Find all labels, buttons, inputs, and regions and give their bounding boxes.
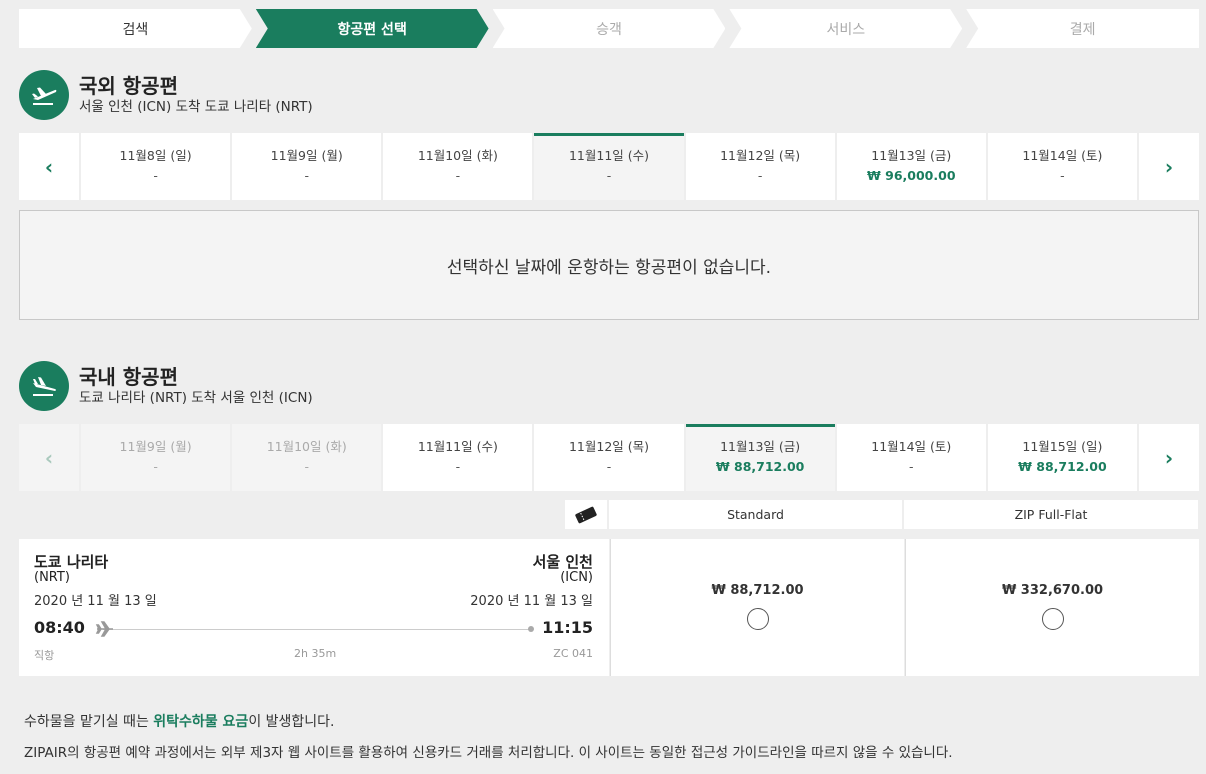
arrival-city: 서울 인천 <box>532 553 593 571</box>
fare-header-full-flat: ZIP Full-Flat <box>904 500 1198 529</box>
baggage-note: 수하물을 맡기실 때는 위탁수하물 요금이 발생합니다. <box>24 712 953 732</box>
date-label: 11월9일 (월) <box>119 439 192 454</box>
outbound-title: 국외 항공편 <box>79 74 178 98</box>
inbound-date-3[interactable]: 11월12일 (목) - <box>534 424 684 491</box>
chevron-right-icon: › <box>1164 445 1174 470</box>
flight-type: 직항 <box>34 649 55 662</box>
fare-class-header: Standard ZIP Full-Flat <box>565 500 1198 529</box>
chevron-left-icon: ‹ <box>44 154 54 179</box>
date-price: ₩ 88,712.00 <box>715 459 805 474</box>
inbound-date-strip: ‹ 11월9일 (월) - 11월10일 (화) - 11월11일 (수) - … <box>19 424 1199 491</box>
baggage-note-text: 수하물을 맡기실 때는 <box>24 714 154 730</box>
inbound-date-2[interactable]: 11월11일 (수) - <box>383 424 533 491</box>
date-price: - <box>1060 168 1065 183</box>
date-label: 11월14일 (토) <box>1022 148 1103 163</box>
flight-number: ZC 041 <box>553 647 593 660</box>
departure-code: (NRT) <box>34 570 70 585</box>
date-label: 11월15일 (일) <box>1022 439 1103 454</box>
date-label: 11월14일 (토) <box>871 439 952 454</box>
date-price: - <box>304 168 309 183</box>
ticket-icon <box>565 500 607 529</box>
date-price: - <box>606 459 612 474</box>
step-flight-select: 항공편 선택 <box>256 9 489 48</box>
date-price: - <box>757 168 763 183</box>
checked-baggage-fee-link[interactable]: 위탁수하물 요금 <box>153 714 248 730</box>
route-end-dot <box>528 626 534 632</box>
flight-info: 도쿄 나리타 (NRT) 2020 년 11 월 13 일 08:40 직항 서… <box>19 539 609 676</box>
inbound-next-button[interactable]: › <box>1138 424 1199 491</box>
arrival-date: 2020 년 11 월 13 일 <box>470 594 593 609</box>
outbound-next-button[interactable]: › <box>1138 133 1199 200</box>
outbound-route: 서울 인천 (ICN) 도착 도쿄 나리타 (NRT) <box>79 99 313 115</box>
date-label: 11월10일 (화) <box>417 148 498 163</box>
outbound-date-1[interactable]: 11월9일 (월) - <box>232 133 382 200</box>
arrival-time: 11:15 <box>542 618 593 637</box>
departure-plane-icon <box>19 70 69 120</box>
date-price: - <box>153 459 158 474</box>
outbound-date-3[interactable]: 11월11일 (수) - <box>534 133 684 200</box>
date-label: 11월12일 (목) <box>568 439 650 454</box>
date-price: ₩ 96,000.00 <box>867 168 956 183</box>
inbound-prev-button[interactable]: ‹ <box>19 424 79 491</box>
outbound-date-6[interactable]: 11월14일 (토) - <box>987 133 1137 200</box>
date-label: 11월10일 (화) <box>266 439 347 454</box>
step-search[interactable]: 검색 <box>19 9 252 48</box>
date-price: - <box>909 459 914 474</box>
date-label: 11월11일 (수) <box>568 148 650 163</box>
outbound-date-4[interactable]: 11월12일 (목) - <box>685 133 835 200</box>
date-label: 11월12일 (목) <box>720 148 801 163</box>
outbound-prev-button[interactable]: ‹ <box>19 133 79 200</box>
date-price: ₩ 88,712.00 <box>1018 459 1107 474</box>
fare-option-full-flat[interactable]: ₩ 332,670.00 <box>905 539 1199 676</box>
booking-stepper: 검색 항공편 선택 승객 서비스 결제 <box>19 9 1199 48</box>
fare-option-standard[interactable]: ₩ 88,712.00 <box>610 539 904 676</box>
step-services: 서비스 <box>729 9 962 48</box>
outbound-date-5[interactable]: 11월13일 (금) ₩ 96,000.00 <box>836 133 986 200</box>
fare-radio-standard[interactable] <box>746 608 769 630</box>
inbound-header: 국내 항공편 도쿄 나리타 (NRT) 도착 서울 인천 (ICN) <box>19 361 313 411</box>
third-party-note: ZIPAIR의 항공편 예약 과정에서는 외부 제3자 웹 사이트를 활용하여 … <box>24 745 953 761</box>
date-label: 11월9일 (월) <box>270 148 343 163</box>
departure-time: 08:40 <box>34 618 85 637</box>
baggage-note-suffix: 이 발생합니다. <box>248 714 335 730</box>
inbound-date-5[interactable]: 11월14일 (토) - <box>836 424 986 491</box>
date-price: - <box>153 168 158 183</box>
outbound-date-0[interactable]: 11월8일 (일) - <box>81 133 231 200</box>
flight-route-line <box>103 629 533 630</box>
fare-price-standard: ₩ 88,712.00 <box>711 583 804 598</box>
departure-city: 도쿄 나리타 <box>34 553 109 571</box>
date-price: - <box>606 168 612 183</box>
outbound-header: 국외 항공편 서울 인천 (ICN) 도착 도쿄 나리타 (NRT) <box>19 70 313 120</box>
arrival-code: (ICN) <box>560 570 593 585</box>
date-label: 11월8일 (일) <box>119 148 192 163</box>
airplane-icon <box>95 619 115 643</box>
fare-radio-full-flat[interactable] <box>1041 608 1064 630</box>
inbound-date-4[interactable]: 11월13일 (금) ₩ 88,712.00 <box>685 424 835 491</box>
inbound-date-1: 11월10일 (화) - <box>232 424 382 491</box>
arrival-plane-icon <box>19 361 69 411</box>
date-label: 11월11일 (수) <box>417 439 498 454</box>
outbound-date-strip: ‹ 11월8일 (일) - 11월9일 (월) - 11월10일 (화) - 1… <box>19 133 1199 200</box>
flight-duration: 2h 35m <box>294 647 337 660</box>
inbound-route: 도쿄 나리타 (NRT) 도착 서울 인천 (ICN) <box>79 390 313 406</box>
step-passengers: 승객 <box>493 9 726 48</box>
inbound-date-0: 11월9일 (월) - <box>81 424 231 491</box>
step-payment: 결제 <box>966 9 1199 48</box>
date-label: 11월13일 (금) <box>720 439 801 454</box>
departure-date: 2020 년 11 월 13 일 <box>34 594 157 609</box>
no-flights-message: 선택하신 날짜에 운항하는 항공편이 없습니다. <box>19 210 1199 320</box>
flight-row: 도쿄 나리타 (NRT) 2020 년 11 월 13 일 08:40 직항 서… <box>19 539 1199 676</box>
outbound-date-2[interactable]: 11월10일 (화) - <box>383 133 533 200</box>
footer-notes: 수하물을 맡기실 때는 위탁수하물 요금이 발생합니다. ZIPAIR의 항공편… <box>24 712 953 774</box>
date-price: - <box>455 459 461 474</box>
date-label: 11월13일 (금) <box>871 148 952 163</box>
date-price: - <box>304 459 309 474</box>
fare-header-standard: Standard <box>609 500 902 529</box>
inbound-date-6[interactable]: 11월15일 (일) ₩ 88,712.00 <box>987 424 1137 491</box>
date-price: - <box>455 168 461 183</box>
inbound-title: 국내 항공편 <box>79 365 178 389</box>
chevron-left-icon: ‹ <box>44 445 54 470</box>
chevron-right-icon: › <box>1164 154 1174 179</box>
fare-price-full-flat: ₩ 332,670.00 <box>1001 583 1104 598</box>
